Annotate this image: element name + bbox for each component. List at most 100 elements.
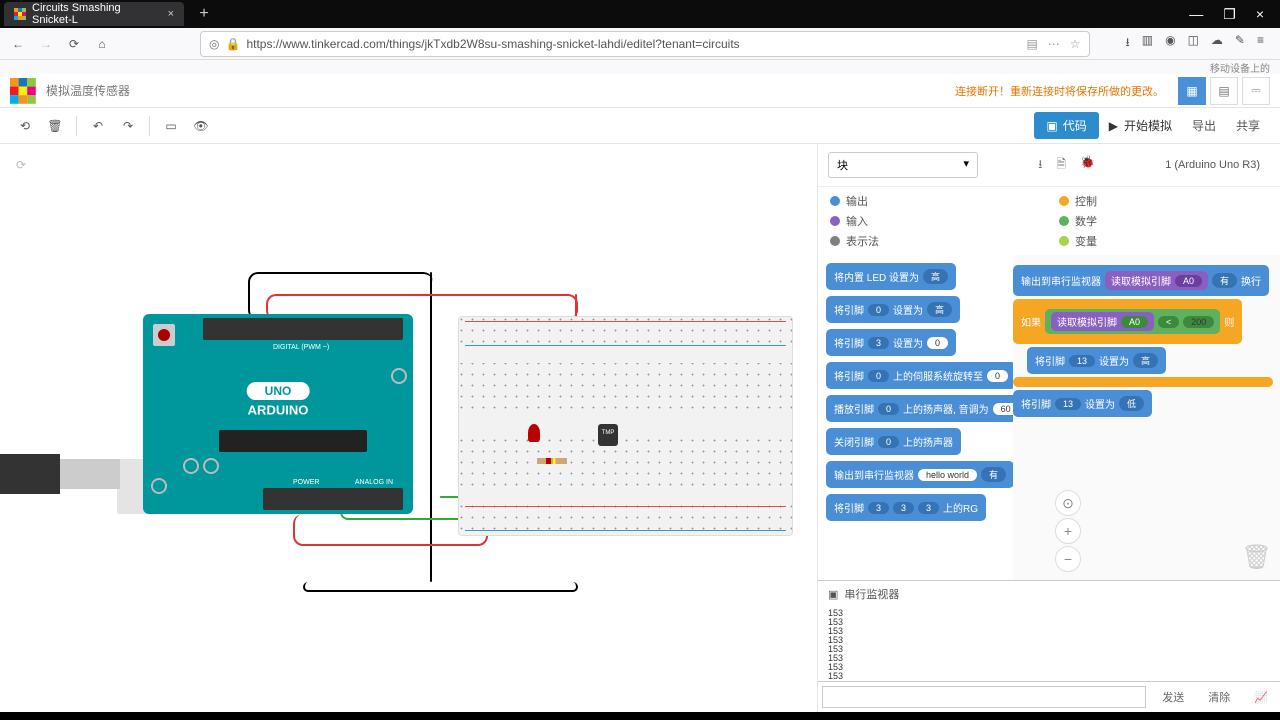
- project-title[interactable]: 模拟温度传感器: [46, 82, 130, 99]
- serial-send-button[interactable]: 发送: [1150, 682, 1196, 712]
- serial-line: 153: [828, 654, 1270, 663]
- annotations-icon[interactable]: ▭: [156, 111, 186, 141]
- serial-line: 153: [828, 618, 1270, 627]
- wire-black[interactable]: [430, 272, 432, 582]
- disconnect-message: 连接断开！重新连接时将保存所做的更改。: [955, 83, 1164, 99]
- list-view-icon[interactable]: ▤: [1210, 77, 1238, 105]
- ws-set-pin-low[interactable]: 将引脚13设置为低: [1013, 390, 1152, 417]
- home-button[interactable]: ⌂: [92, 34, 112, 54]
- cat-input[interactable]: 输入: [830, 213, 1039, 229]
- chevron-down-icon: ▾: [963, 157, 969, 173]
- circuit-view-icon[interactable]: ⎓: [1242, 77, 1270, 105]
- bookmark-star-icon[interactable]: ☆: [1070, 37, 1081, 51]
- components-panel-icon[interactable]: ▦: [1178, 77, 1206, 105]
- undo-icon[interactable]: ↶: [83, 111, 113, 141]
- browser-nav-bar: ← → ⟳ ⌂ ◎ 🔒 https://www.tinkercad.com/th…: [0, 28, 1280, 60]
- serial-monitor: ▣串行监视器 153 153 153 153 153 153 153 153 发…: [818, 580, 1280, 712]
- reload-button[interactable]: ⟳: [64, 34, 84, 54]
- ws-if-end[interactable]: [1013, 377, 1273, 387]
- serial-clear-button[interactable]: 清除: [1196, 682, 1242, 712]
- serial-line: 153: [828, 672, 1270, 681]
- download-code-icon[interactable]: ⭳: [1038, 155, 1042, 176]
- arduino-reset-button[interactable]: [153, 324, 175, 346]
- block-rgb[interactable]: 将引脚333上的RG: [826, 494, 986, 521]
- block-set-pin-pwm[interactable]: 将引脚3设置为0: [826, 329, 956, 356]
- tmp-sensor[interactable]: TMP: [598, 424, 618, 446]
- window-maximize-icon[interactable]: ❐: [1223, 6, 1236, 23]
- board-selector[interactable]: 1 (Arduino Uno R3): [1155, 155, 1270, 175]
- url-menu-icon[interactable]: ⋯: [1048, 37, 1060, 51]
- share-button[interactable]: 共享: [1226, 112, 1270, 139]
- back-button[interactable]: ←: [8, 34, 28, 54]
- serial-title: 串行监视器: [844, 586, 899, 602]
- window-minimize-icon[interactable]: —: [1189, 6, 1203, 23]
- new-tab-button[interactable]: +: [192, 5, 216, 23]
- circuit-canvas[interactable]: ⟳ DIGITAL (PWM ~) UNO ARDUINO: [0, 144, 817, 712]
- tab-close-icon[interactable]: ×: [168, 8, 174, 20]
- code-icon: ▣: [1046, 119, 1057, 133]
- serial-line: 153: [828, 627, 1270, 636]
- block-play-tone[interactable]: 播放引脚0上的扬声器, 音调为60: [826, 395, 1027, 422]
- notes-icon[interactable]: ✎: [1235, 33, 1245, 54]
- serial-input[interactable]: [822, 686, 1146, 708]
- forward-button[interactable]: →: [36, 34, 56, 54]
- ws-set-pin-high[interactable]: 将引脚13设置为高: [1027, 347, 1166, 374]
- usb-cable[interactable]: [0, 454, 60, 494]
- breadboard[interactable]: [458, 316, 793, 536]
- block-builtin-led[interactable]: 将内置 LED 设置为高: [826, 263, 956, 290]
- window-close-icon[interactable]: ×: [1256, 6, 1264, 23]
- cat-variable[interactable]: 变量: [1059, 233, 1268, 249]
- zoom-in-icon[interactable]: +: [1055, 518, 1081, 544]
- tinkercad-logo[interactable]: [10, 78, 36, 104]
- resistor-component[interactable]: [537, 458, 567, 464]
- led-component[interactable]: [528, 424, 540, 442]
- start-simulation-button[interactable]: ▶开始模拟: [1099, 112, 1182, 139]
- cat-control[interactable]: 控制: [1059, 193, 1268, 209]
- url-bar[interactable]: ◎ 🔒 https://www.tinkercad.com/things/jkT…: [200, 31, 1090, 57]
- menu-icon[interactable]: ≡: [1257, 33, 1264, 54]
- tinkercad-favicon: [14, 8, 26, 20]
- view-rotate-icon[interactable]: ⟳: [8, 152, 34, 178]
- ws-if-block[interactable]: 如果 读取模拟引脚A0 < 200 则: [1013, 299, 1242, 344]
- block-serial-print[interactable]: 输出到串行监视器hello world有: [826, 461, 1014, 488]
- block-servo[interactable]: 将引脚0上的伺服系统旋转至0: [826, 362, 1016, 389]
- rotate-tool-icon[interactable]: ⟲: [10, 111, 40, 141]
- visibility-icon[interactable]: 👁: [186, 111, 216, 141]
- delete-tool-icon[interactable]: 🗑: [40, 111, 70, 141]
- block-workspace[interactable]: 输出到串行监视器 读取模拟引脚A0 有 换行 如果 读取模拟引脚A0 < 200: [1013, 255, 1280, 580]
- arduino-brand: ARDUINO: [248, 403, 309, 418]
- reader-icon[interactable]: ▤: [1026, 37, 1037, 51]
- digital-header[interactable]: [203, 318, 403, 340]
- url-text: https://www.tinkercad.com/things/jkTxdb2…: [246, 37, 1020, 51]
- power-analog-header[interactable]: [263, 488, 403, 510]
- cat-math[interactable]: 数学: [1059, 213, 1268, 229]
- arduino-board[interactable]: DIGITAL (PWM ~) UNO ARDUINO POWER ANALOG…: [143, 314, 413, 514]
- library-icon[interactable]: ▥: [1142, 33, 1153, 54]
- trash-icon[interactable]: 🗑: [1242, 543, 1272, 572]
- sidebar-icon[interactable]: ◫: [1188, 33, 1199, 54]
- block-mode-dropdown[interactable]: 块▾: [828, 152, 978, 178]
- wire-black[interactable]: [303, 582, 578, 592]
- downloads-icon[interactable]: ⭳: [1126, 33, 1130, 54]
- zoom-center-icon[interactable]: ⊙: [1055, 490, 1081, 516]
- cat-notation[interactable]: 表示法: [830, 233, 1039, 249]
- account-icon[interactable]: ☁: [1211, 33, 1223, 54]
- serial-graph-icon[interactable]: 📈: [1242, 682, 1280, 712]
- ws-serial-print[interactable]: 输出到串行监视器 读取模拟引脚A0 有 换行: [1013, 265, 1269, 296]
- extensions-icon[interactable]: ◉: [1165, 33, 1175, 54]
- uno-badge: UNO: [247, 382, 310, 400]
- block-set-pin[interactable]: 将引脚0设置为高: [826, 296, 960, 323]
- code-button[interactable]: ▣代码: [1034, 112, 1098, 139]
- serial-line: 153: [828, 636, 1270, 645]
- capacitor: [183, 458, 199, 474]
- browser-tab[interactable]: Circuits Smashing Snicket-L ×: [4, 2, 184, 26]
- block-stop-tone[interactable]: 关闭引脚0上的扬声器: [826, 428, 961, 455]
- zoom-out-icon[interactable]: −: [1055, 546, 1081, 572]
- wire-black[interactable]: [248, 272, 433, 320]
- cat-output[interactable]: 输出: [830, 193, 1039, 209]
- export-button[interactable]: 导出: [1182, 112, 1226, 139]
- mounting-hole: [151, 478, 167, 494]
- libraries-icon[interactable]: 🗎: [1056, 155, 1066, 176]
- debugger-icon[interactable]: 🐞: [1080, 155, 1095, 176]
- redo-icon[interactable]: ↷: [113, 111, 143, 141]
